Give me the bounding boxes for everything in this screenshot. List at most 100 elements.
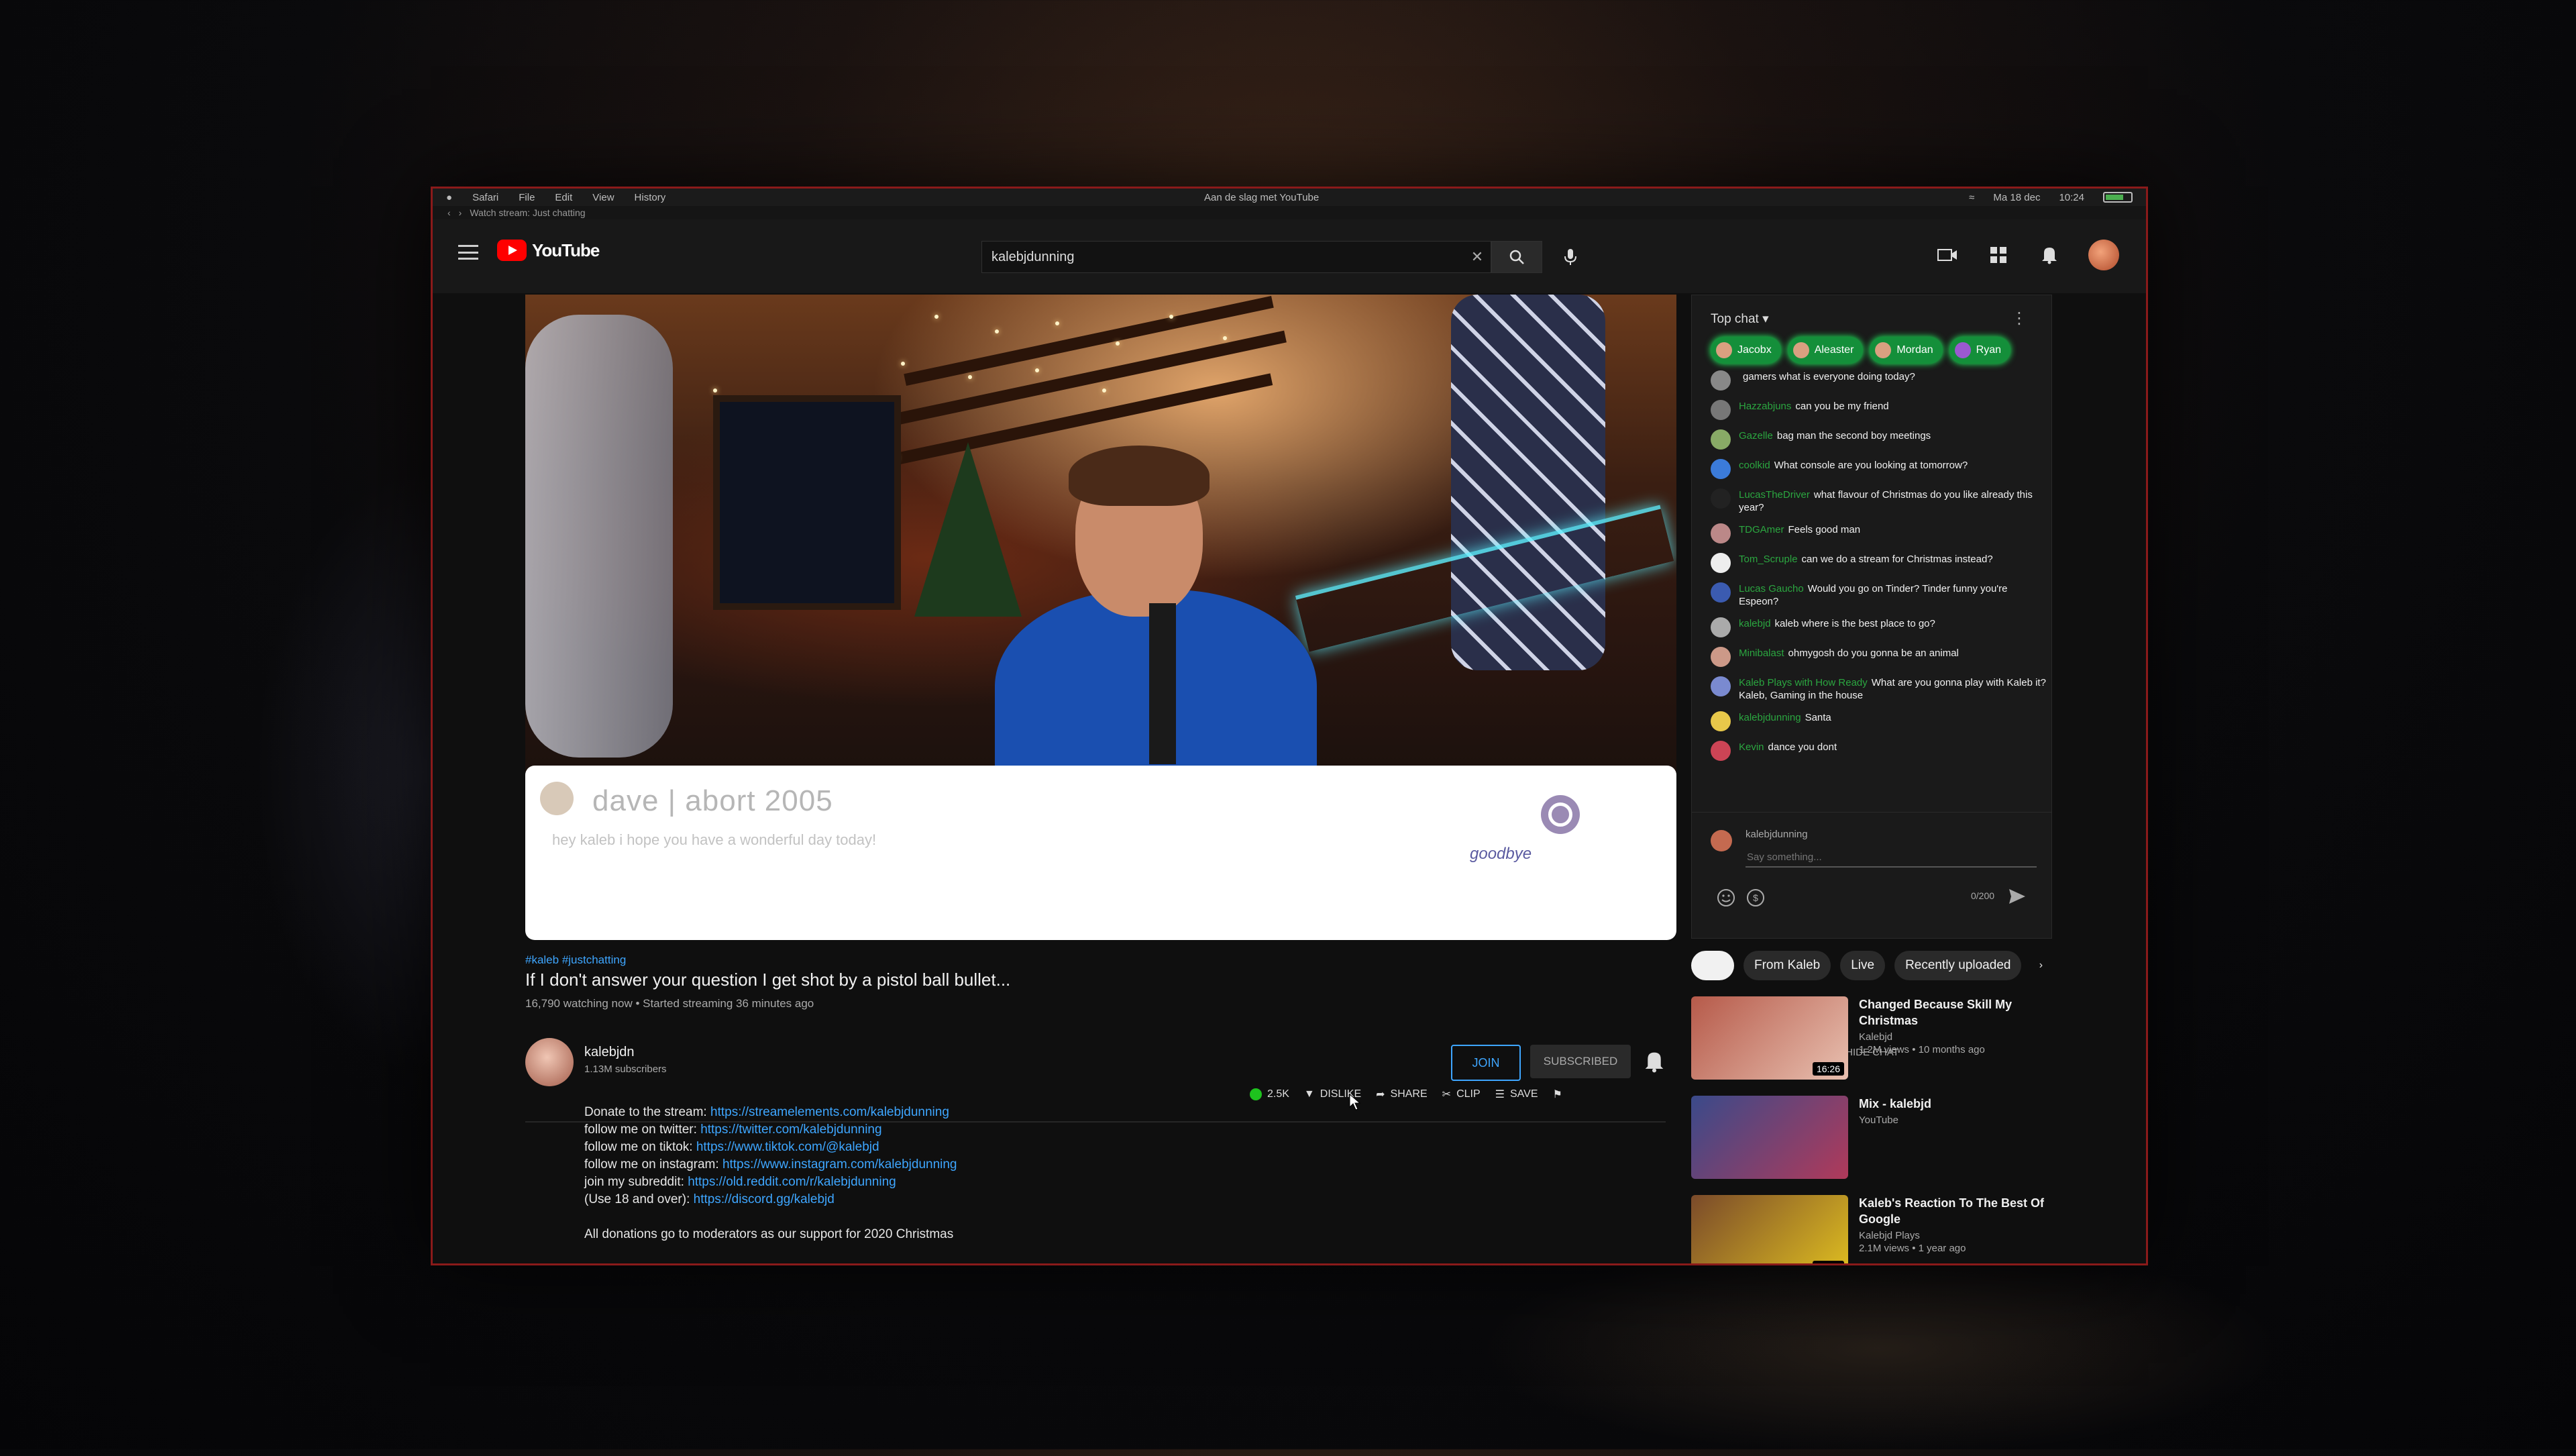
chat-message-body: Gazelle bag man the second boy meetings (1739, 429, 1931, 450)
chat-author[interactable]: TDGAmer (1739, 524, 1784, 535)
chat-author[interactable]: LucasTheDriver (1739, 489, 1810, 501)
video-thumbnail[interactable] (1691, 1096, 1848, 1179)
system-menu-bar: ● Safari File Edit View History Aan de s… (433, 189, 2146, 206)
video-player[interactable] (525, 295, 1676, 772)
description-link[interactable]: https://old.reddit.com/r/kalebjdunning (688, 1175, 896, 1189)
description-link[interactable]: https://www.instagram.com/kalebjdunning (722, 1157, 957, 1172)
send-icon[interactable] (2007, 886, 2027, 906)
menu-item[interactable]: History (635, 192, 666, 203)
video-thumbnail[interactable]: 16:26 (1691, 996, 1848, 1080)
supporter-pill[interactable]: Mordan (1870, 337, 1943, 364)
youtube-logo[interactable]: YouTube (497, 240, 600, 261)
chat-text: dance you dont (1768, 741, 1837, 753)
supporter-pill[interactable]: Jacobx (1711, 337, 1781, 364)
clear-search-icon[interactable]: ✕ (1464, 248, 1491, 266)
recommended-video[interactable]: Mix - kalebjd YouTube (1691, 1096, 2067, 1179)
chat-message[interactable]: Kevin dance you dont (1711, 741, 2046, 761)
chat-author[interactable]: Lucas Gaucho (1739, 583, 1804, 594)
supporter-pill[interactable]: Ryan (1949, 337, 2011, 364)
description-link[interactable]: https://twitter.com/kalebjdunning (700, 1123, 881, 1137)
chat-message[interactable]: kalebjd kaleb where is the best place to … (1711, 617, 2046, 637)
emoji-icon[interactable] (1716, 888, 1736, 908)
recommended-video[interactable]: 16:26 Changed Because Skill My Christmas K… (1691, 996, 2067, 1080)
chip-all[interactable] (1691, 951, 1734, 980)
video-thumbnail[interactable]: 22:06 (1691, 1195, 1848, 1263)
chip-live[interactable]: Live (1840, 951, 1886, 980)
supporter-avatar (1875, 342, 1892, 358)
chat-author[interactable]: coolkid (1739, 460, 1770, 471)
chat-author[interactable]: Minibalast (1739, 647, 1784, 659)
forward-icon[interactable]: › (459, 207, 462, 218)
recommended-title[interactable]: Mix - kalebjd (1859, 1096, 1931, 1112)
create-video-button[interactable] (1935, 243, 1960, 267)
chat-author[interactable]: Hazzabjuns (1739, 401, 1791, 412)
recommended-video[interactable]: 22:06 Kaleb's Reaction To The Best Of Goo… (1691, 1195, 2067, 1263)
chat-message[interactable]: TDGAmer Feels good man (1711, 523, 2046, 543)
wifi-icon[interactable]: ≈ (1969, 192, 1974, 203)
chat-author[interactable]: kalebjd (1739, 618, 1771, 629)
description-link[interactable]: https://discord.gg/kalebjd (694, 1192, 835, 1206)
more-options-icon[interactable]: ⋮ (2011, 309, 2027, 328)
apps-button[interactable] (1986, 243, 2010, 267)
chat-message[interactable]: Lucas Gaucho Would you go on Tinder? Tind… (1711, 582, 2046, 608)
recommended-title[interactable]: Kaleb's Reaction To The Best Of Google (1859, 1195, 2067, 1227)
channel-name[interactable]: kalebjdn (584, 1045, 635, 1060)
menu-item[interactable]: Safari (472, 192, 498, 203)
donor-name: dave | abort 2005 (592, 784, 833, 817)
chat-text: kaleb where is the best place to go? (1774, 618, 1935, 629)
search-input[interactable] (982, 248, 1464, 266)
recommended-channel[interactable]: Kalebjd Plays (1859, 1230, 2067, 1241)
recommended-channel[interactable]: YouTube (1859, 1114, 1931, 1126)
chat-message[interactable]: Gazelle bag man the second boy meetings (1711, 429, 2046, 450)
chat-message[interactable]: Minibalast ohmygosh do you gonna be an an… (1711, 647, 2046, 667)
menu-icon[interactable] (458, 245, 478, 260)
notification-bell-icon[interactable] (1644, 1050, 1664, 1073)
chip-recent[interactable]: Recently uploaded (1894, 951, 2022, 980)
string-light (995, 329, 999, 333)
subscribe-button[interactable]: SUBSCRIBED (1530, 1045, 1631, 1078)
account-avatar[interactable] (2088, 240, 2119, 270)
voice-search-button[interactable] (1558, 245, 1582, 269)
recommended-title[interactable]: Changed Because Skill My Christmas (1859, 996, 2067, 1029)
chat-message-body: gamers what is everyone doing today? (1739, 370, 1915, 391)
chat-message[interactable]: Kaleb Plays with How Ready What are you g… (1711, 676, 2046, 702)
menu-item[interactable]: Edit (555, 192, 572, 203)
chip-from-channel[interactable]: From Kaleb (1743, 951, 1831, 980)
channel-avatar[interactable] (525, 1038, 574, 1086)
chat-author[interactable]: Tom_Scruple (1739, 554, 1798, 565)
string-light (901, 362, 905, 366)
description-line: All donations go to moderators as our su… (584, 1227, 954, 1241)
chevron-right-icon[interactable]: › (2031, 951, 2051, 980)
supporter-pill[interactable]: Aleaster (1787, 337, 1864, 364)
clock-date[interactable]: Ma 18 dec (1993, 192, 2040, 203)
video-hashtags[interactable]: #kaleb #justchatting (525, 953, 1676, 967)
chat-message[interactable]: coolkid What console are you looking at t… (1711, 459, 2046, 479)
menu-item[interactable]: File (519, 192, 535, 203)
description-link[interactable]: https://streamelements.com/kalebjdunning (710, 1105, 949, 1119)
chat-message[interactable]: LucasTheDriver what flavour of Christmas … (1711, 488, 2046, 514)
join-button[interactable]: JOIN (1451, 1045, 1521, 1081)
clock-time[interactable]: 10:24 (2059, 192, 2084, 203)
chat-author[interactable]: kalebjdunning (1739, 712, 1801, 723)
chat-message[interactable]: kalebjdunning Santa (1711, 711, 2046, 731)
menu-item[interactable]: View (592, 192, 614, 203)
notifications-button[interactable] (2037, 243, 2061, 267)
recommended-channel[interactable]: Kalebjd (1859, 1031, 2067, 1043)
chat-message[interactable]: Hazzabjuns can you be my friend (1711, 400, 2046, 420)
description-link[interactable]: https://www.tiktok.com/@kalebjd (696, 1140, 879, 1154)
super-chat-icon[interactable]: $ (1746, 888, 1766, 908)
chat-message[interactable]: Tom_Scruple can we do a stream for Christ… (1711, 553, 2046, 573)
search-box: ✕ (981, 241, 1491, 273)
chat-input[interactable] (1746, 847, 2037, 868)
back-icon[interactable]: ‹ (447, 207, 451, 218)
battery-icon[interactable] (2103, 192, 2133, 203)
chat-author[interactable]: Kaleb Plays with How Ready (1739, 677, 1868, 688)
browser-tab[interactable]: Watch stream: Just chatting (470, 207, 585, 218)
chat-message[interactable]: gamers what is everyone doing today? (1711, 370, 2046, 391)
apple-icon[interactable]: ● (446, 192, 452, 203)
search-button[interactable] (1491, 241, 1542, 273)
string-light (1116, 342, 1120, 346)
chat-mode-selector[interactable]: Top chat ▾ (1711, 311, 1769, 327)
chat-author[interactable]: Gazelle (1739, 430, 1773, 441)
chat-author[interactable]: Kevin (1739, 741, 1764, 753)
